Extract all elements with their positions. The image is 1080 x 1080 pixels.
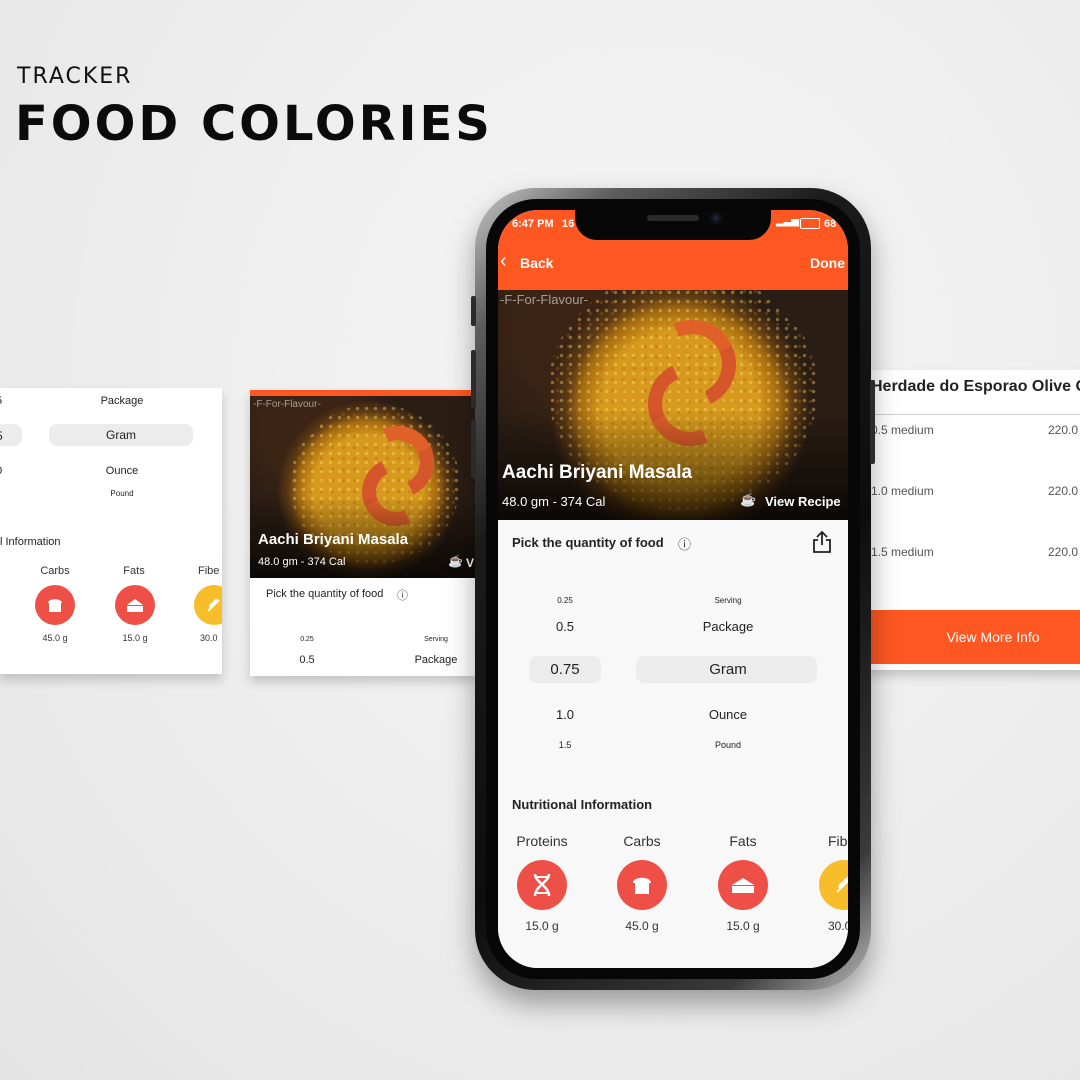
wheat-icon [194,585,222,625]
side-button [870,380,875,464]
side-button [471,420,476,478]
battery-level: 68 [824,218,837,230]
bread-icon [617,860,667,910]
unit-gram: Gram [106,428,136,442]
portion-qty: 0.5 medium [871,423,934,437]
image-watermark: -F-For-Flavour- [253,399,321,410]
amount-value: 0.25 [300,636,314,643]
battery-icon [800,218,820,229]
cup-icon: ☕ [740,492,757,507]
nutrient-value: 15.0 g [525,919,559,933]
amount-selected-value[interactable]: 0.75 [535,661,595,678]
amount-value[interactable]: 1.0 [535,707,595,722]
unit-serving: Serving [424,636,448,643]
share-icon[interactable] [812,530,832,554]
food-photo: -F-For-Flavour- Aachi Briyani Masala 48.… [498,290,848,520]
amount-value[interactable]: 0.5 [535,619,595,634]
dna-icon [517,860,567,910]
food-meta: 48.0 gm - 374 Cal [258,556,346,568]
amount-selected-pill[interactable] [0,424,22,446]
page-kicker: TRACKER [17,64,133,89]
unit-ounce[interactable]: Ounce [668,707,788,722]
view-more-label: View More Info [946,629,1040,645]
info-icon[interactable]: ⓘ [397,587,408,603]
unit-gram[interactable]: Gram [668,661,788,678]
food-name: Aachi Briyani Masala [502,462,693,483]
info-icon[interactable]: ⓘ [678,534,691,553]
amount-value: 0 [0,465,2,477]
amount-value[interactable]: 0.25 [535,596,595,605]
quantity-label: Pick the quantity of food [266,588,384,600]
view-recipe-link[interactable]: View Recipe [765,494,841,509]
divider [868,414,1080,415]
portion-cal: 220.0 [1048,484,1079,498]
nutrient-value: 15.0 g [726,919,760,933]
nutrient-value: 30.0 [200,633,218,643]
nutrient-label: Proteins [516,833,568,849]
food-photo: -F-For-Flavour- Aachi Briyani Masala 48.… [250,396,476,578]
bread-icon [35,585,75,625]
view-more-button[interactable]: View More Info [868,610,1080,664]
status-extra: 16 [562,218,575,230]
food-name: Aachi Briyani Masala [258,531,409,548]
portion-qty: 1.0 medium [871,484,934,498]
nutrition-title: Nutritional Information [512,797,653,812]
nutrient-value: 45.0 g [625,919,659,933]
amount-value[interactable]: 1.5 [535,740,595,750]
food-title: Herdade do Esporao Olive O [871,378,1080,395]
cake-icon [115,585,155,625]
unit-serving[interactable]: Serving [668,596,788,605]
cake-icon [718,860,768,910]
portion-qty: 1.5 medium [871,545,934,559]
unit-ounce: Ounce [105,465,139,477]
nutrient-label: Fats [123,565,145,577]
nutrient-label: Carbs [40,565,70,577]
amount-value: 5 [0,395,2,407]
unit-package: Package [100,395,144,407]
front-camera [710,212,722,224]
nutrition-title: l Information [0,536,61,548]
signal-icon: ▂▃▅ [776,216,800,227]
speaker-grille [647,215,699,221]
done-button[interactable]: Done [810,255,845,271]
chevron-left-icon[interactable]: ‹ [500,250,507,273]
nutrient-value: 30.0 [828,919,848,933]
side-button [471,350,476,408]
unit-package[interactable]: Package [668,619,788,634]
food-meta: 48.0 gm - 374 Cal [502,494,606,509]
unit-pound: Pound [110,489,134,498]
nutrient-label: Fib [828,833,848,849]
portion-cal: 220.0 [1048,545,1079,559]
side-button [471,296,476,326]
view-recipe-link[interactable]: V [466,556,474,570]
left-screen-card: 5 Package 5 Gram 0 Ounce - Pound l Infor… [0,388,222,674]
quantity-label: Pick the quantity of food [512,535,664,550]
nutrient-label: Fats [729,833,757,849]
middle-screen-card: -F-For-Flavour- Aachi Briyani Masala 48.… [250,390,476,676]
amount-value: 0.5 [299,654,315,666]
cup-icon: ☕ [448,554,463,568]
portion-cal: 220.0 [1048,423,1079,437]
nutrient-label: Fibe [198,565,220,577]
back-button[interactable]: Back [520,255,553,271]
image-watermark: -F-For-Flavour- [500,292,589,307]
unit-package: Package [414,654,458,666]
phone-screen: 6:47 PM 16 ▂▃▅ 68 ‹ Back Done -F-For-Fla… [498,210,848,968]
nutrient-value: 45.0 g [42,633,68,643]
unit-pound[interactable]: Pound [668,740,788,750]
right-screen-card: Herdade do Esporao Olive O 0.5 medium 22… [868,370,1080,670]
nutrient-label: Carbs [623,833,661,849]
amount-selected-value: 5 [0,429,3,443]
nutrient-value: 15.0 g [122,633,148,643]
status-time: 6:47 PM [512,218,554,230]
page-title: FOOD COLORIES [15,96,493,152]
